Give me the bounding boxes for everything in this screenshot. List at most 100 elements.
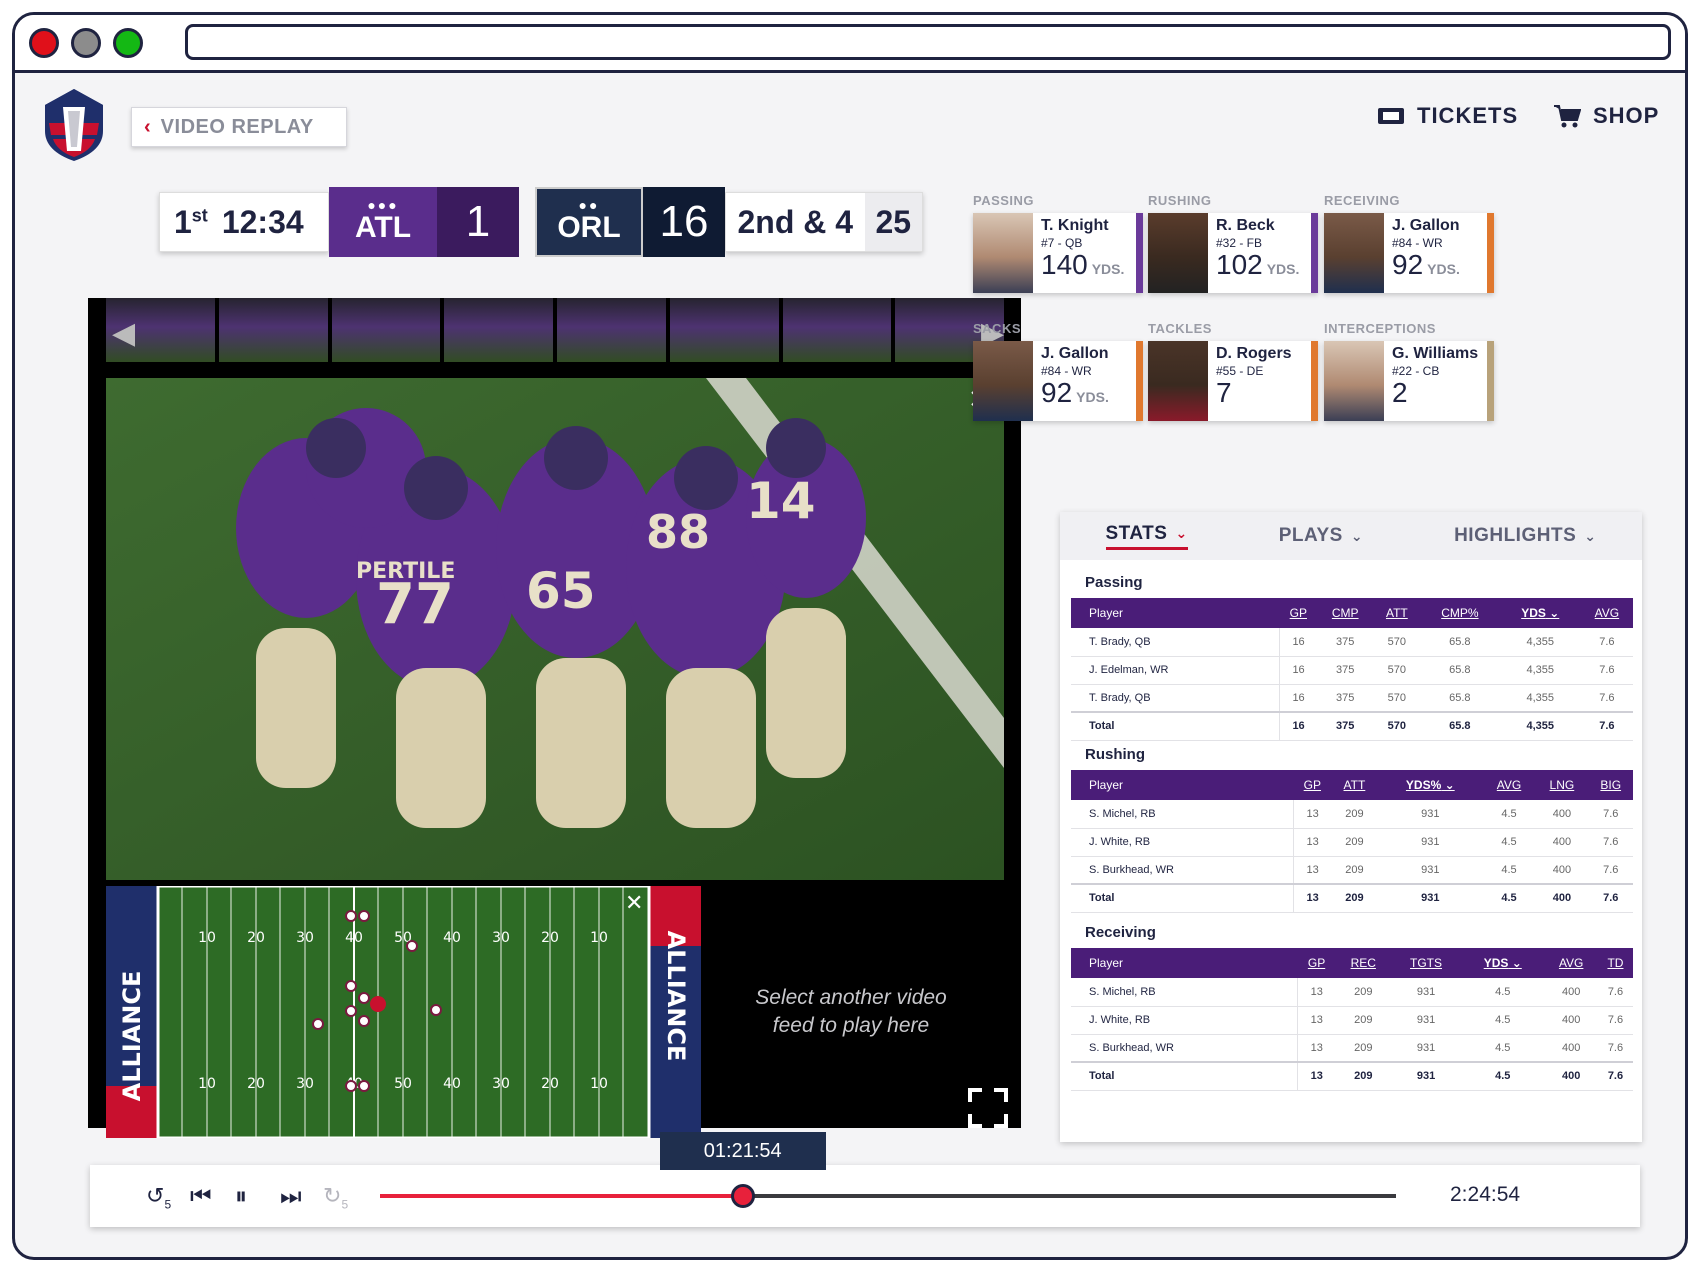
section-title-passing: Passing (1085, 574, 1143, 591)
passing-table: Player GP CMP ATT CMP% YDS ⌄ AVG T. Brad… (1071, 598, 1633, 741)
yard-number: 10 (590, 1076, 608, 1092)
table-row[interactable]: J. White, RB 13 209 931 4.5 400 7.6 (1071, 828, 1633, 857)
sort-avg[interactable]: AVG (1544, 948, 1598, 978)
total-row: Total 13 209 931 4.5 400 7.6 (1071, 1061, 1633, 1091)
quarter: 1 (174, 203, 192, 240)
down-distance: 2nd & 4 25 (725, 192, 923, 252)
fullscreen-icon[interactable] (968, 1088, 1008, 1128)
team-stripe (1136, 213, 1143, 293)
skip-back-icon[interactable]: ⏮ (190, 1183, 212, 1211)
sort-rec[interactable]: REC (1335, 948, 1391, 978)
endzone-label-left: ALLIANCE (118, 971, 146, 1102)
rewind-5-button[interactable]: ↺5 (146, 1183, 171, 1211)
sort-yds-pct[interactable]: YDS% ⌄ (1377, 770, 1483, 800)
close-minimap-icon[interactable]: ✕ (625, 890, 643, 916)
leader-category: PASSING (973, 193, 1035, 208)
stats-tabs: STATS ⌄ PLAYS ⌄ HIGHLIGHTS ⌄ (1060, 512, 1642, 560)
sort-att[interactable]: ATT (1331, 770, 1378, 800)
sort-avg[interactable]: AVG (1482, 770, 1536, 800)
sort-gp[interactable]: GP (1293, 770, 1331, 800)
close-window-dot[interactable] (29, 28, 59, 58)
browser-chrome (15, 15, 1685, 73)
total-row: Total 13 209 931 4.5 400 7.6 (1071, 883, 1633, 913)
chevron-left-icon: ‹ (144, 115, 151, 138)
leader-card-sacks[interactable]: J. Gallon #84 - WR 92 YDS. (973, 341, 1143, 421)
leader-card-tackles[interactable]: D. Rogers #55 - DE 7 (1148, 341, 1318, 421)
leader-card-rushing[interactable]: R. Beck #32 - FB 102 YDS. (1148, 213, 1318, 293)
nav-tickets[interactable]: TICKETS (1377, 103, 1518, 129)
sort-lng[interactable]: LNG (1535, 770, 1589, 800)
receiving-table: Player GP REC TGTS YDS ⌄ AVG TD S. Miche… (1071, 948, 1633, 1091)
minimize-window-dot[interactable] (71, 28, 101, 58)
table-row[interactable]: S. Burkhead, WR 13 209 931 4.5 400 7.6 (1071, 1034, 1633, 1063)
field-diagram: 10 20 30 40 50 40 30 20 10 10 20 30 40 5… (106, 884, 701, 1140)
thumbnail[interactable] (669, 298, 779, 362)
main-video-frame[interactable]: PERTILE 77 65 14 88 (106, 378, 1004, 880)
sort-big[interactable]: BIG (1588, 770, 1633, 800)
thumbnail[interactable] (782, 298, 892, 362)
address-bar[interactable] (185, 24, 1671, 60)
leader-card-passing[interactable]: T. Knight #7 - QB 140 YDS. (973, 213, 1143, 293)
thumbnail[interactable] (218, 298, 328, 362)
tab-plays[interactable]: PLAYS ⌄ (1279, 525, 1363, 547)
clock: 12:34 (221, 203, 304, 240)
chevron-down-icon: ⌄ (1175, 525, 1188, 541)
ticket-icon (1378, 108, 1404, 124)
jersey-number: 88 (646, 505, 710, 559)
scrubber-handle[interactable] (730, 1184, 755, 1208)
rushing-table: Player GP ATT YDS% ⌄ AVG LNG BIG S. Mich… (1071, 770, 1633, 913)
tab-stats[interactable]: STATS ⌄ (1105, 523, 1188, 550)
leader-card-receiving[interactable]: J. Gallon #84 - WR 92 YDS. (1324, 213, 1494, 293)
table-row[interactable]: S. Michel, RB 13 209 931 4.5 400 7.6 (1071, 800, 1633, 829)
alliance-logo[interactable] (41, 87, 107, 163)
nav-shop[interactable]: SHOP (1553, 103, 1659, 129)
away-team[interactable]: ●● ORL (535, 187, 643, 257)
sort-yds[interactable]: YDS ⌄ (1461, 948, 1545, 978)
sort-gp[interactable]: GP (1297, 948, 1336, 978)
field-minimap[interactable]: 10 20 30 40 50 40 30 20 10 10 20 30 40 5… (106, 884, 701, 1140)
sort-td[interactable]: TD (1597, 948, 1633, 978)
yard-number: 30 (296, 1076, 314, 1092)
video-replay-back-button[interactable]: ‹ VIDEO REPLAY (131, 107, 347, 147)
leader-category: RECEIVING (1324, 193, 1401, 208)
sort-yds[interactable]: YDS ⌄ (1499, 598, 1581, 628)
pause-icon[interactable]: ⏸ (235, 1183, 247, 1211)
thumbnail[interactable] (331, 298, 441, 362)
yard-line: 25 (864, 193, 922, 251)
yard-number: 10 (198, 930, 216, 946)
thumb-prev-icon[interactable]: ◀ (112, 316, 135, 351)
thumbnail[interactable] (444, 298, 553, 362)
table-row[interactable]: J. Edelman, WR 16 375 570 65.8 4,355 7.6 (1071, 656, 1633, 685)
secondary-feed-placeholder[interactable]: Select another video feed to play here (701, 886, 1001, 1138)
sort-att[interactable]: ATT (1373, 598, 1421, 628)
video-player[interactable]: ◀ ▶ PERTILE 77 65 14 88 10 20 30 40 50 4… (88, 298, 1021, 1140)
chevron-down-icon: ⌄ (1350, 527, 1364, 544)
table-row[interactable]: J. White, RB 13 209 931 4.5 400 7.6 (1071, 1006, 1633, 1035)
maximize-window-dot[interactable] (113, 28, 143, 58)
table-row[interactable]: T. Brady, QB 16 375 570 65.8 4,355 7.6 (1071, 684, 1633, 713)
yard-number: 30 (492, 1076, 510, 1092)
progress-track[interactable]: 01:21:54 (380, 1132, 1396, 1208)
chevron-down-icon: ⌄ (1584, 527, 1597, 544)
thumbnail[interactable] (557, 298, 666, 362)
leader-card-interceptions[interactable]: G. Williams #22 - CB 2 (1324, 341, 1494, 421)
forward-5-button[interactable]: ↻5 (323, 1183, 348, 1211)
sort-cmp-pct[interactable]: CMP% (1420, 598, 1500, 628)
table-row[interactable]: S. Burkhead, WR 13 209 931 4.5 400 7.6 (1071, 856, 1633, 885)
playback-bar: ↺5 ⏮ ⏸ ⏭ ↻5 01:21:54 2:24:54 (90, 1132, 1640, 1227)
endzone-label-right: ALLIANCE (662, 931, 690, 1062)
yard-number: 40 (443, 1076, 461, 1092)
leader-category: TACKLES (1148, 321, 1212, 336)
sort-gp[interactable]: GP (1279, 598, 1317, 628)
progress-fill (380, 1194, 743, 1198)
table-row[interactable]: S. Michel, RB 13 209 931 4.5 400 7.6 (1071, 978, 1633, 1007)
stats-panel: STATS ⌄ PLAYS ⌄ HIGHLIGHTS ⌄ Passing Player… (1060, 512, 1642, 1142)
skip-forward-icon[interactable]: ⏭ (280, 1183, 302, 1211)
sort-cmp[interactable]: CMP (1316, 598, 1374, 628)
sort-avg[interactable]: AVG (1580, 598, 1633, 628)
home-team[interactable]: ●●● ATL (329, 187, 437, 257)
table-row[interactable]: T. Brady, QB 16 375 570 65.8 4,355 7.6 (1071, 628, 1633, 657)
yard-number: 50 (394, 1076, 412, 1092)
tab-highlights[interactable]: HIGHLIGHTS ⌄ (1454, 525, 1596, 547)
sort-tgts[interactable]: TGTS (1391, 948, 1462, 978)
